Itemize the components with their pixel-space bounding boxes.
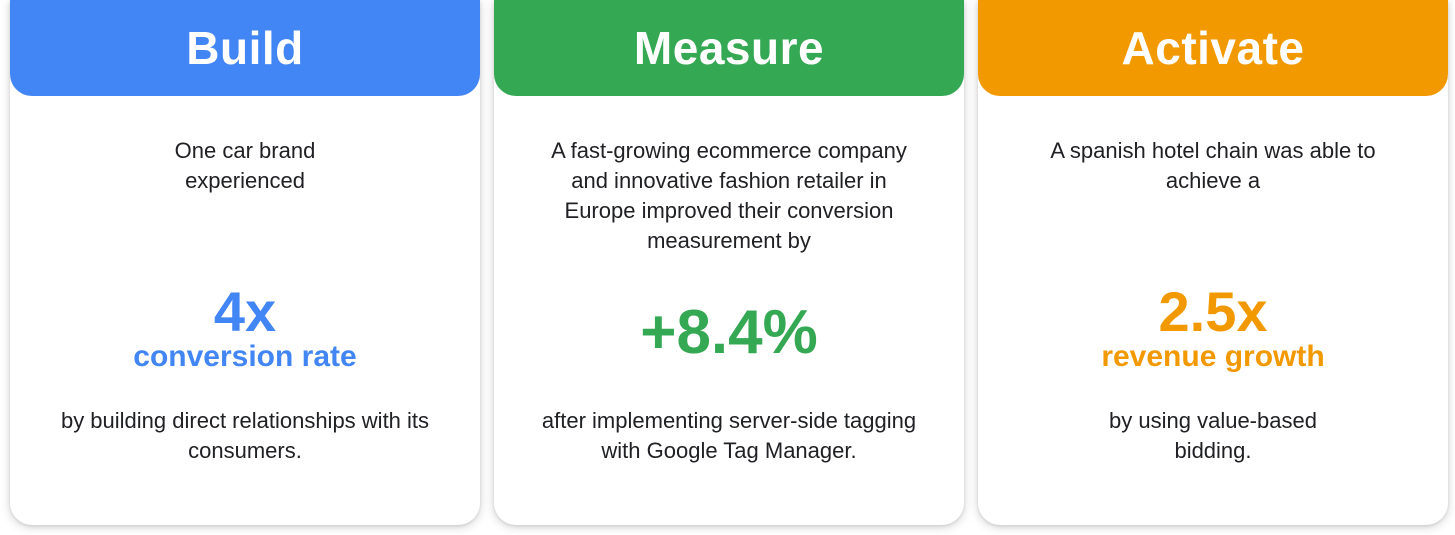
activate-card-stat: 2.5x revenue growth	[978, 284, 1448, 374]
activate-stat-value: 2.5x	[1158, 280, 1268, 343]
measure-card-intro: A fast-growing ecommerce company and inn…	[551, 138, 907, 253]
measure-card-outro: after implementing server-side tagging w…	[541, 408, 917, 463]
activate-card-body: A spanish hotel chain was able to achiev…	[978, 96, 1448, 525]
measure-card: Measure A fast-growing ecommerce company…	[494, 0, 964, 525]
activate-card-header: Activate	[978, 0, 1448, 96]
activate-stat-label: revenue growth	[1101, 340, 1325, 373]
measure-card-title: Measure	[633, 22, 825, 74]
measure-stat-value: +8.4%	[640, 298, 818, 367]
build-card-intro: One car brand experienced	[174, 138, 316, 193]
measure-card-stat: +8.4%	[494, 302, 964, 364]
build-card-header: Build	[10, 0, 480, 96]
build-card: Build One car brand experienced 4x conve…	[10, 0, 480, 525]
build-stat-value: 4x	[213, 280, 277, 343]
build-stat-label: conversion rate	[133, 340, 357, 373]
build-card-outro: by building direct relationships with it…	[60, 408, 430, 463]
activate-card: Activate A spanish hotel chain was able …	[978, 0, 1448, 525]
activate-card-title: Activate	[1121, 22, 1305, 74]
build-card-stat: 4x conversion rate	[10, 284, 480, 374]
measure-card-body: A fast-growing ecommerce company and inn…	[494, 96, 964, 525]
case-study-cards: Build One car brand experienced 4x conve…	[0, 0, 1455, 535]
activate-card-outro: by using value-based bidding.	[1109, 408, 1317, 463]
activate-card-intro: A spanish hotel chain was able to achiev…	[1050, 138, 1376, 193]
build-card-body: One car brand experienced 4x conversion …	[10, 96, 480, 525]
build-card-title: Build	[186, 22, 304, 74]
measure-card-header: Measure	[494, 0, 964, 96]
